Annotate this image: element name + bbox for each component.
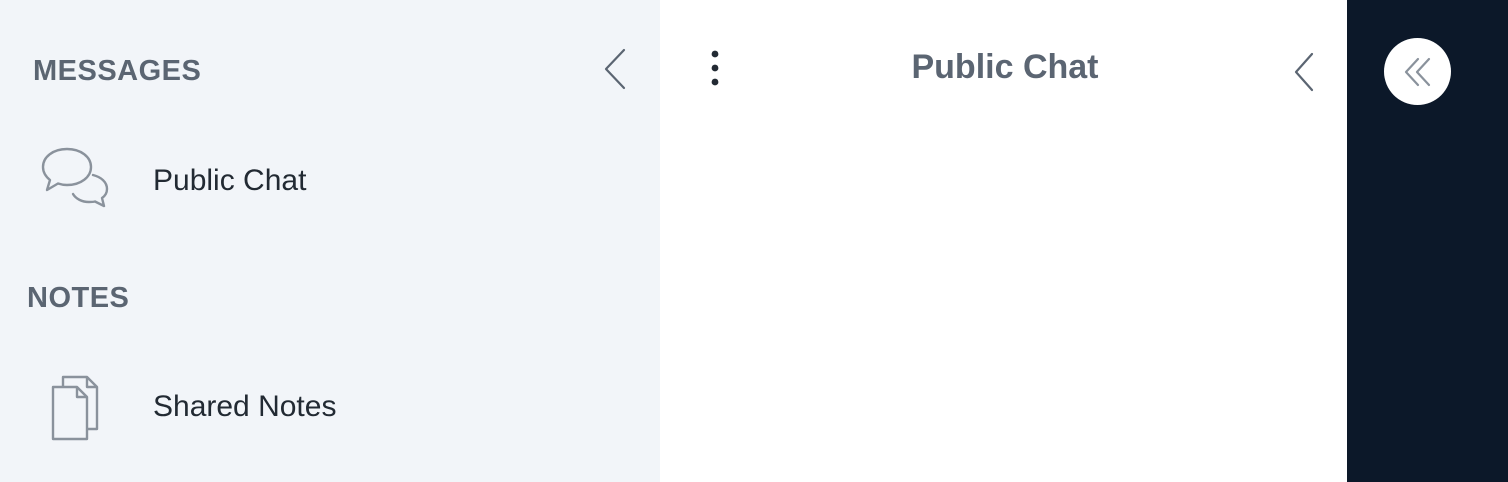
expand-panel-button[interactable] [1384,38,1451,105]
collapse-sidebar-button[interactable] [596,44,634,94]
app-window: MESSAGES Public Chat NOTES Shared Notes … [0,0,1508,482]
notes-section-title: NOTES [27,282,130,314]
hide-chat-button[interactable] [1286,48,1322,96]
chevron-left-icon [604,48,626,90]
more-vertical-icon [711,50,719,86]
messages-sidebar: MESSAGES Public Chat NOTES Shared Notes [0,0,660,482]
sidebar-item-label: Public Chat [153,164,307,197]
sidebar-item-shared-notes[interactable]: Shared Notes [30,362,630,452]
chat-options-button[interactable] [700,44,730,92]
messages-section-title: MESSAGES [33,55,202,87]
sidebar-item-public-chat[interactable]: Public Chat [30,136,630,226]
chevron-left-icon [1294,52,1314,92]
documents-icon [30,367,120,447]
sidebar-item-label: Shared Notes [153,390,337,423]
double-chevron-left-icon [1404,57,1430,86]
chat-bubbles-icon [30,141,120,221]
chat-panel-title: Public Chat [911,48,1099,86]
